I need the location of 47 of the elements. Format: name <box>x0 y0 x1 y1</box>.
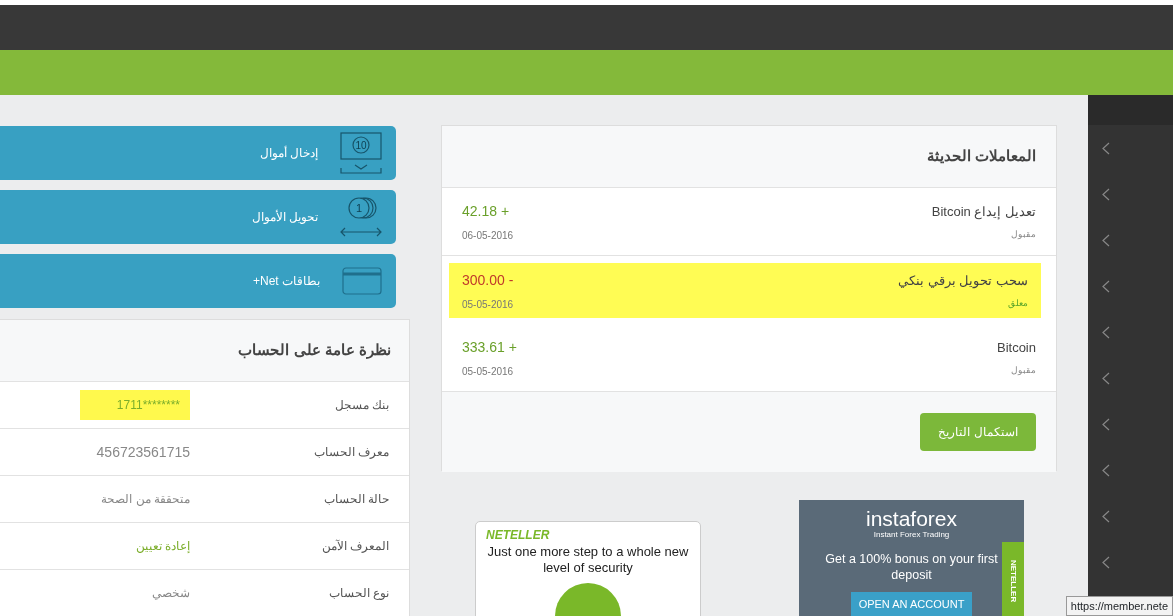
field-label: حالة الحساب <box>322 491 390 508</box>
ad-text: Get a 100% bonus on your first deposit <box>824 551 999 584</box>
chevron-left-icon[interactable] <box>1102 555 1110 569</box>
chevron-left-icon[interactable] <box>1102 233 1110 247</box>
transaction-amount: 42.18 + <box>462 201 511 221</box>
field-value: 456723561715 <box>95 442 190 462</box>
transaction-title: تعديل إيداع Bitcoin <box>931 203 1036 222</box>
card-title: نظرة عامة على الحساب <box>238 340 391 361</box>
chevron-left-icon[interactable] <box>1102 325 1110 339</box>
chevron-left-icon[interactable] <box>1102 463 1110 477</box>
field-value: متحققة من الصحة <box>100 491 190 508</box>
transaction-date: 06-05-2016 <box>462 228 514 243</box>
open-account-button[interactable]: OPEN AN ACCOUNT <box>850 591 973 616</box>
history-button[interactable]: استكمال التاريخ <box>920 413 1036 451</box>
field-value: شخصي <box>151 585 190 602</box>
chevron-left-icon[interactable] <box>1102 417 1110 431</box>
reset-link[interactable]: إعادة تعيين <box>0 537 190 555</box>
field-label: بنك مسجل <box>333 397 390 414</box>
chevron-left-icon[interactable] <box>1102 187 1110 201</box>
card-icon <box>342 267 382 295</box>
ad-logo: NETELLER <box>486 527 551 544</box>
field-label: المعرف الآمن <box>320 538 390 555</box>
transaction-date: 05-05-2016 <box>462 297 514 312</box>
action-button[interactable]: بطاقات Net+ <box>0 254 396 308</box>
transaction-title: Bitcoin <box>996 339 1036 357</box>
chevron-left-icon[interactable] <box>1102 141 1110 155</box>
chevron-left-icon[interactable] <box>1102 371 1110 385</box>
field-value: 1711******** <box>80 390 190 420</box>
transaction-amount: 333.61 + <box>462 337 517 357</box>
field-label: نوع الحساب <box>327 585 390 602</box>
ad-tagline: Instant Forex Trading <box>873 529 950 541</box>
transaction-status: مقبول <box>1011 227 1036 241</box>
chevron-left-icon[interactable] <box>1102 509 1110 523</box>
transaction-date: 05-05-2016 <box>462 364 515 379</box>
transaction-amount: 300.00 - <box>462 270 514 290</box>
transaction-status: مقبول <box>1011 363 1036 377</box>
ad-text: Just one more step to a whole new level of security <box>486 544 690 577</box>
status-url: https://member.nete <box>1065 595 1173 616</box>
security-ad[interactable]: NETELLER Just one more step to a whole new level of security <box>475 521 701 616</box>
transaction-status: معلق <box>1008 296 1028 310</box>
field-label: معرف الحساب <box>312 444 390 461</box>
forex-ad[interactable]: instaforex Instant Forex Trading Get a 100% bonus on your first deposit OPEN AN ACCOUNT NETELLER <box>799 500 1024 616</box>
chevron-left-icon[interactable] <box>1102 279 1110 293</box>
side-tag: NETELLER <box>1002 542 1024 616</box>
card-title: المعاملات الحديثة <box>926 146 1036 167</box>
transaction-title: سحب تحويل برقي بنكي <box>898 272 1028 291</box>
ad-logo: instaforex <box>865 508 957 529</box>
